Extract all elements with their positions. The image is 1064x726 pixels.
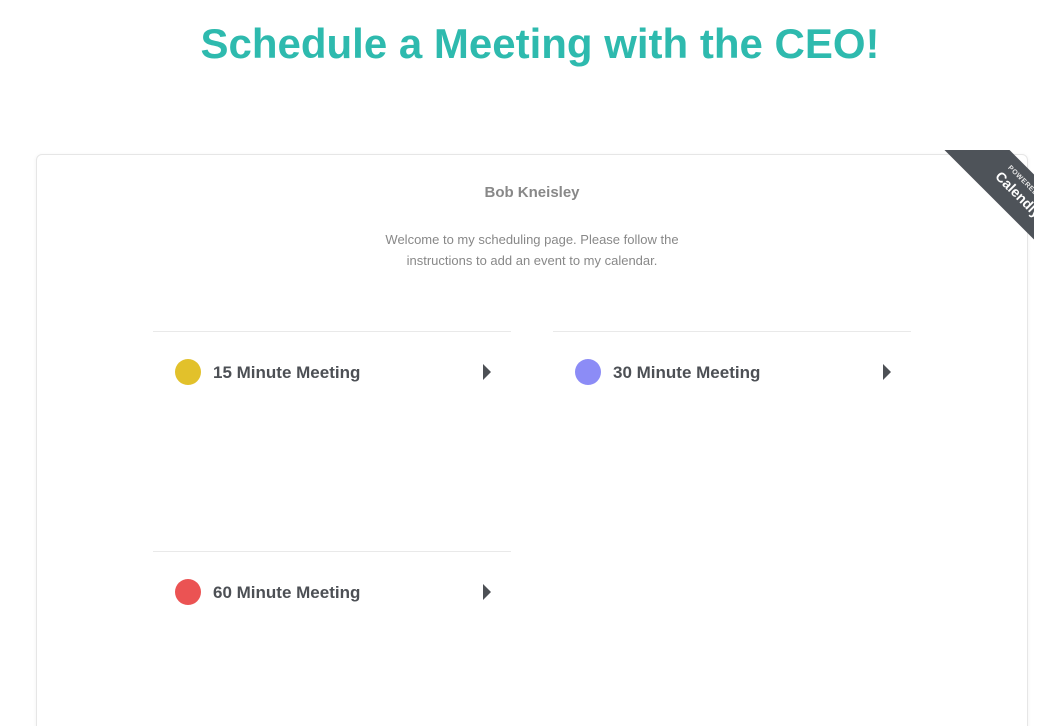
event-label: 15 Minute Meeting [213,363,361,382]
event-color-dot [175,579,201,605]
event-type-15-minute[interactable]: 15 Minute Meeting [153,331,511,412]
caret-right-icon [483,364,491,380]
event-type-60-minute[interactable]: 60 Minute Meeting [153,551,511,632]
event-color-dot [575,359,601,385]
badge-brand-text: Calendly [992,168,1034,221]
page: Schedule a Meeting with the CEO! Bob Kne… [0,0,1064,726]
powered-by-calendly-badge[interactable]: POWERED BY Calendly [940,150,1034,256]
owner-name: Bob Kneisley [484,184,580,201]
caret-right-icon [883,364,891,380]
event-label: 60 Minute Meeting [213,583,361,602]
event-label: 30 Minute Meeting [613,363,761,382]
welcome-message: Welcome to my scheduling page. Please fo… [385,232,679,268]
scheduling-card: Bob Kneisley Welcome to my scheduling pa… [36,154,1028,726]
event-color-dot [175,359,201,385]
caret-right-icon [483,584,491,600]
page-title: Schedule a Meeting with the CEO! [200,20,880,67]
powered-by-badge-wrapper: POWERED BY Calendly [928,150,1034,256]
event-type-30-minute[interactable]: 30 Minute Meeting [553,331,911,412]
